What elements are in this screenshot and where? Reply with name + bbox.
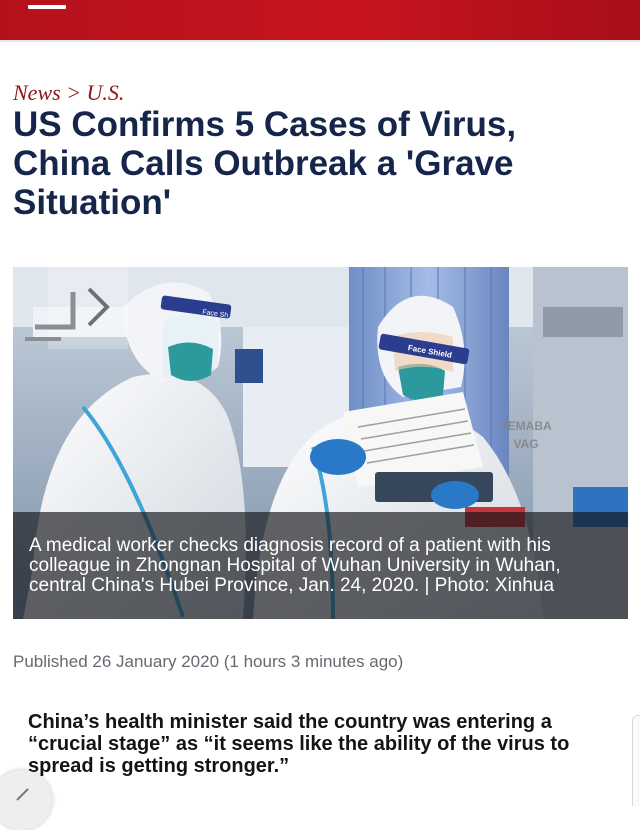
edit-floating-button[interactable] <box>0 770 52 830</box>
watermark-line-1: TEMABA <box>500 419 552 433</box>
watermark: TEMABA VAG <box>491 417 561 453</box>
article-photo[interactable]: Face Sh Face Shield TEMABA VAG A medical… <box>13 267 628 619</box>
top-navigation-bar <box>0 0 640 40</box>
article-headline: US Confirms 5 Cases of Virus, China Call… <box>13 105 517 222</box>
side-panel-edge <box>632 715 640 806</box>
watermark-line-2: VAG <box>513 437 539 451</box>
published-timestamp: Published 26 January 2020 (1 hours 3 min… <box>13 652 404 671</box>
hamburger-menu-icon[interactable] <box>28 5 66 9</box>
breadcrumb-separator: > <box>66 80 82 105</box>
breadcrumb-news-link[interactable]: News <box>13 80 61 105</box>
pencil-icon <box>16 788 29 801</box>
chevron-right-icon[interactable] <box>13 267 128 349</box>
breadcrumb: News > U.S. <box>13 80 124 106</box>
photo-caption: A medical worker checks diagnosis record… <box>29 535 561 596</box>
breadcrumb-us-link[interactable]: U.S. <box>87 80 125 105</box>
header-divider <box>0 40 640 42</box>
article-lead: China’s health minister said the country… <box>28 711 570 777</box>
